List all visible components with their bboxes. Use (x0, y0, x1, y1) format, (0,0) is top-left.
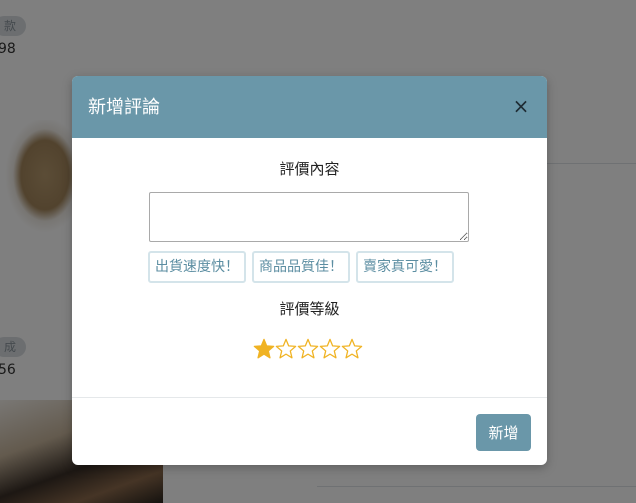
add-review-modal: 新增評論 × 評價內容 出貨速度快！ 商品品質佳！ 賣家真可愛！ 評價等級 新增 (72, 76, 547, 465)
star-filled-icon[interactable] (253, 338, 275, 360)
close-icon[interactable]: × (509, 94, 533, 118)
star-empty-icon[interactable] (319, 338, 341, 360)
star-empty-icon[interactable] (275, 338, 297, 360)
tag-fast-shipping-button[interactable]: 出貨速度快！ (148, 251, 246, 283)
star-empty-icon[interactable] (341, 338, 363, 360)
comment-label: 評價內容 (279, 160, 340, 178)
rating-label: 評價等級 (279, 300, 340, 318)
star-empty-icon[interactable] (297, 338, 319, 360)
modal-header: 新增評論 × (72, 76, 547, 138)
star-rating (253, 338, 363, 360)
submit-button[interactable]: 新增 (476, 414, 531, 451)
tag-cute-seller-button[interactable]: 賣家真可愛！ (356, 251, 454, 283)
quick-tags: 出貨速度快！ 商品品質佳！ 賣家真可愛！ (148, 251, 478, 283)
modal-footer: 新增 (72, 398, 547, 465)
modal-title: 新增評論 (88, 97, 160, 118)
page: 款 98 成 56 新增評論 × 評價內容 出貨速度快！ 商品品質佳！ 賣家真可… (0, 0, 636, 503)
comment-textarea[interactable] (149, 192, 469, 242)
modal-body: 評價內容 出貨速度快！ 商品品質佳！ 賣家真可愛！ 評價等級 (72, 138, 547, 398)
tag-good-quality-button[interactable]: 商品品質佳！ (252, 251, 350, 283)
